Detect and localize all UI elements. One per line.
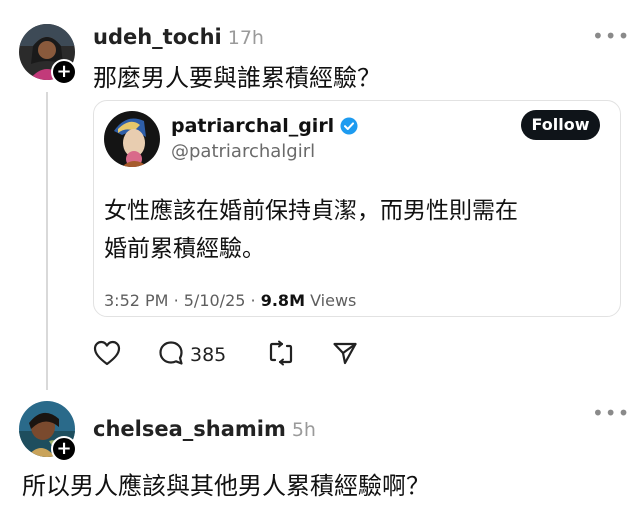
post-date: 5/10/25 [183, 291, 246, 310]
plus-icon[interactable]: + [51, 436, 77, 462]
thread-line [46, 92, 48, 390]
quoted-author: patriarchal_girl [171, 115, 358, 137]
handle[interactable]: @patriarchalgirl [171, 141, 315, 162]
quoted-text: 女性應該在婚前保持貞潔，而男性則需在 婚前累積經驗。 [104, 192, 604, 268]
post-text: 所以男人應該與其他男人累積經驗啊？ [22, 472, 430, 500]
comment-icon [158, 340, 184, 370]
quoted-text-line-2: 婚前累積經驗。 [104, 236, 265, 262]
reply-count: 385 [190, 344, 227, 366]
display-name[interactable]: patriarchal_girl [171, 115, 334, 137]
share-icon [332, 340, 358, 370]
post-time: 17h [227, 27, 264, 49]
verified-icon [340, 117, 358, 135]
post-header: chelsea_shamim 5h [93, 417, 316, 441]
plus-icon[interactable]: + [51, 59, 77, 85]
like-button[interactable] [93, 340, 121, 370]
more-icon[interactable]: ••• [592, 24, 630, 48]
repost-icon [268, 340, 294, 370]
view-count: 9.8M [260, 291, 305, 310]
quoted-text-line-1: 女性應該在婚前保持貞潔，而男性則需在 [104, 198, 518, 224]
username[interactable]: udeh_tochi [93, 25, 222, 49]
post-clock-time: 3:52 PM [104, 291, 169, 310]
share-button[interactable] [332, 340, 358, 370]
follow-button[interactable]: Follow [521, 110, 600, 140]
post-header: udeh_tochi 17h [93, 25, 264, 49]
post-meta: 3:52 PM · 5/10/25 · 9.8M Views [104, 291, 357, 310]
post-time: 5h [291, 419, 316, 441]
views-label: Views [310, 291, 357, 310]
quoted-avatar[interactable] [104, 111, 160, 167]
repost-button[interactable] [268, 340, 294, 370]
more-icon[interactable]: ••• [592, 401, 630, 425]
heart-icon [93, 340, 121, 370]
reply-button[interactable]: 385 [158, 340, 226, 370]
post-text: 那麼男人要與誰累積經驗？ [93, 64, 381, 92]
username[interactable]: chelsea_shamim [93, 417, 286, 441]
